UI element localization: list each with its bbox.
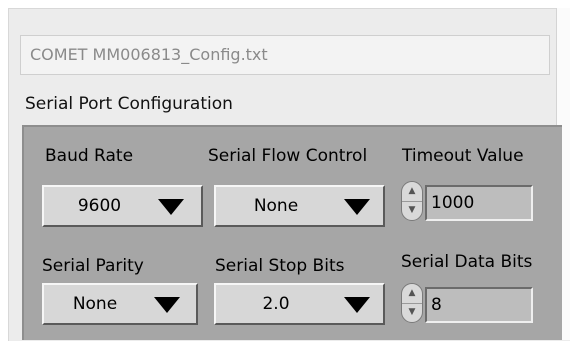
decrement-arrow-icon[interactable]: ▼	[402, 201, 422, 220]
baud-rate-label: Baud Rate	[45, 146, 134, 166]
chevron-down-icon	[154, 297, 180, 313]
serial-stop-bits-value: 2.0	[262, 294, 290, 314]
timeout-value-label: Timeout Value	[402, 146, 524, 166]
timeout-value-input[interactable]: 1000	[425, 185, 533, 221]
chevron-down-icon	[344, 297, 370, 313]
serial-parity-value: None	[72, 294, 118, 314]
config-file-path-field[interactable]: COMET MM006813_Config.txt	[20, 35, 550, 75]
chevron-down-icon	[344, 199, 370, 215]
serial-port-config-label: Serial Port Configuration	[25, 94, 233, 114]
increment-arrow-icon[interactable]: ▲	[402, 284, 422, 304]
chevron-down-icon	[158, 199, 184, 215]
serial-parity-label: Serial Parity	[42, 256, 144, 276]
baud-rate-value: 9600	[77, 196, 122, 216]
serial-flow-control-dropdown[interactable]: None	[214, 185, 385, 227]
serial-stop-bits-label: Serial Stop Bits	[215, 256, 345, 276]
serial-data-bits-input[interactable]: 8	[425, 287, 533, 323]
serial-flow-control-value: None	[253, 196, 299, 216]
timeout-value-stepper[interactable]: ▲ ▼	[401, 181, 423, 221]
serial-data-bits-stepper[interactable]: ▲ ▼	[401, 283, 423, 323]
serial-stop-bits-dropdown[interactable]: 2.0	[214, 283, 385, 325]
serial-flow-control-label: Serial Flow Control	[208, 146, 368, 166]
serial-data-bits-label: Serial Data Bits	[401, 252, 533, 272]
serial-parity-dropdown[interactable]: None	[42, 283, 198, 325]
increment-arrow-icon[interactable]: ▲	[402, 182, 422, 202]
baud-rate-dropdown[interactable]: 9600	[42, 185, 203, 227]
decrement-arrow-icon[interactable]: ▼	[402, 303, 422, 322]
